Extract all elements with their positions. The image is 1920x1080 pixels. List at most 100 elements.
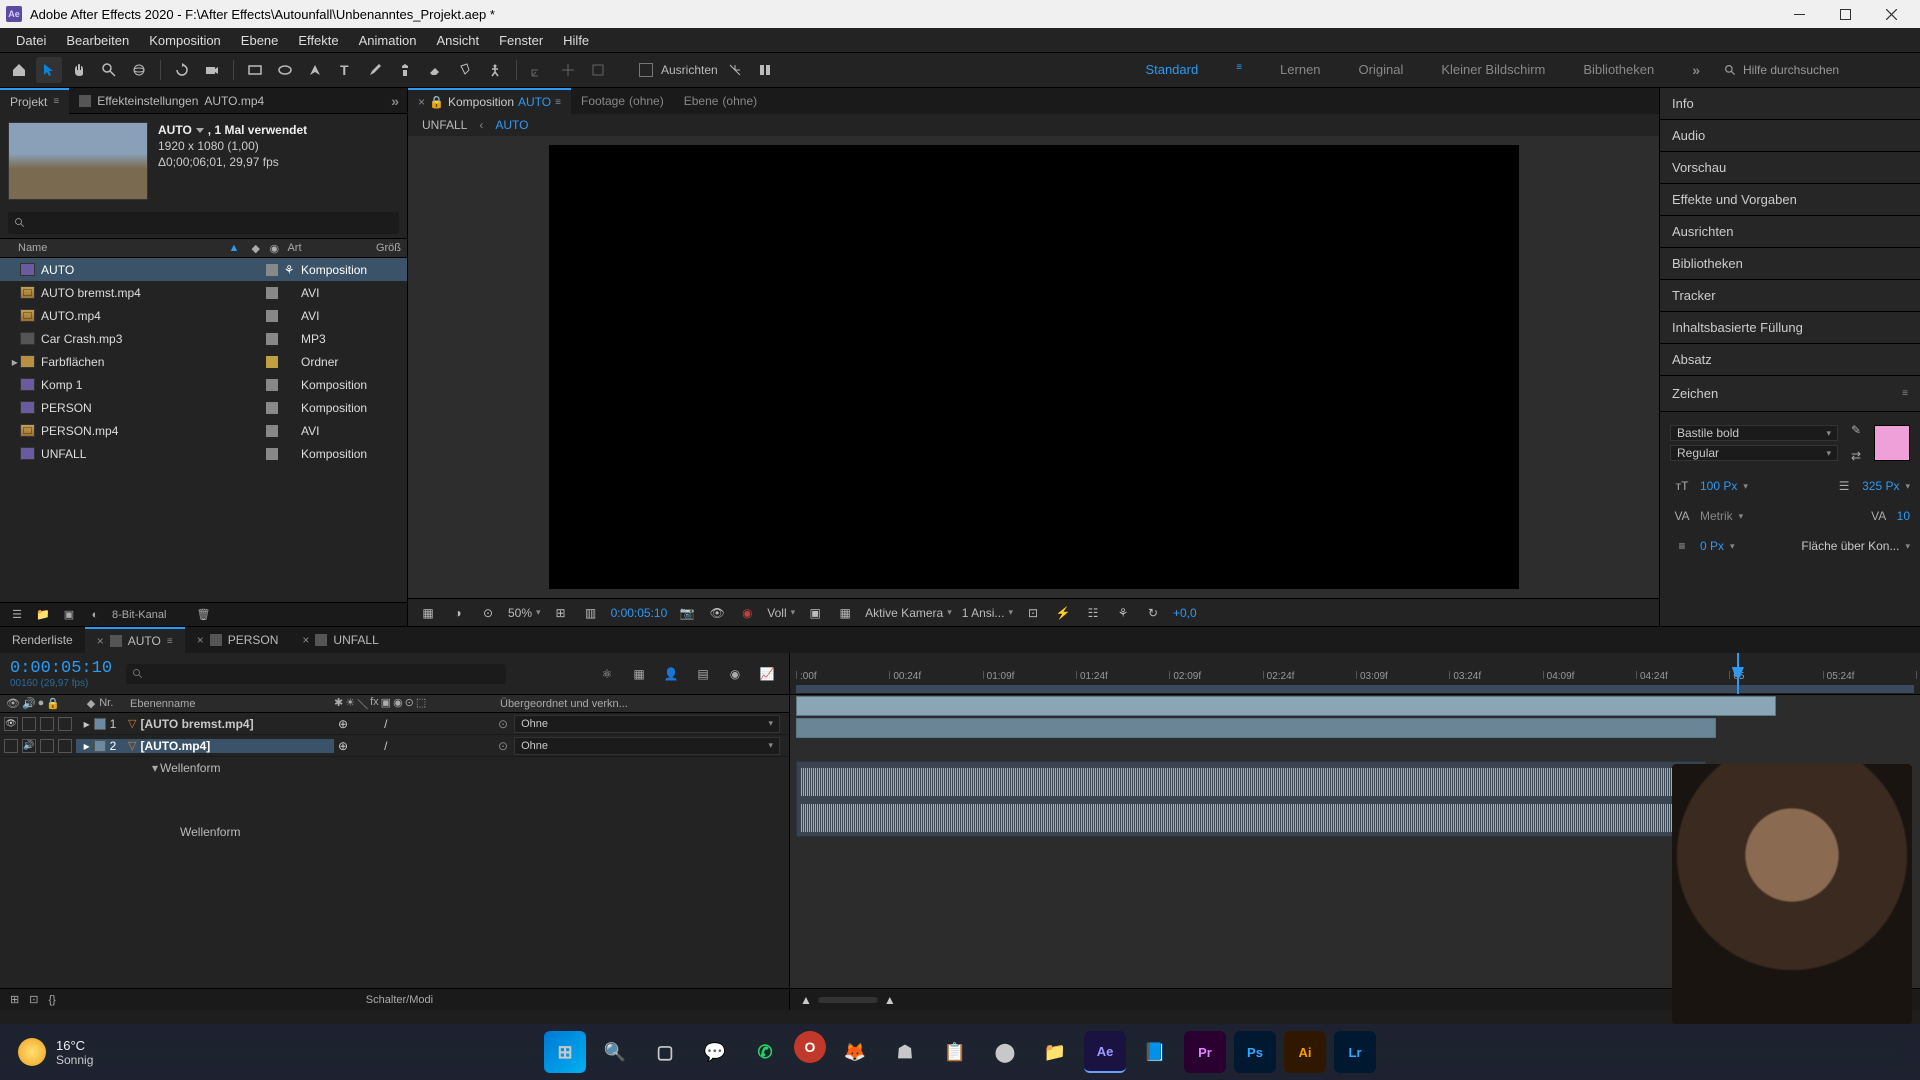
- channel-icon[interactable]: ◑: [448, 603, 468, 623]
- menu-help[interactable]: Hilfe: [553, 30, 599, 51]
- timeline-icon[interactable]: ☷: [1083, 603, 1103, 623]
- pixel-aspect-icon[interactable]: ⊡: [1023, 603, 1043, 623]
- illustrator-icon[interactable]: Ai: [1284, 1031, 1326, 1073]
- teams-icon[interactable]: 💬: [694, 1031, 736, 1073]
- opera-icon[interactable]: O: [794, 1031, 826, 1063]
- content-aware-panel-header[interactable]: Inhaltsbasierte Füllung: [1660, 312, 1920, 344]
- workspace-menu-icon[interactable]: ≡: [1236, 62, 1242, 78]
- align-panel-header[interactable]: Ausrichten: [1660, 216, 1920, 248]
- camera-tool[interactable]: [199, 57, 225, 83]
- menu-window[interactable]: Fenster: [489, 30, 553, 51]
- snap-checkbox[interactable]: [639, 63, 653, 77]
- lock-col-icon[interactable]: 🔒: [46, 697, 60, 710]
- font-family-dropdown[interactable]: Bastile bold▾: [1670, 425, 1838, 441]
- project-tab[interactable]: Projekt ≡: [0, 88, 69, 114]
- show-snapshot-icon[interactable]: 👁: [707, 603, 727, 623]
- rotate-tool[interactable]: [169, 57, 195, 83]
- timeline-current-time[interactable]: 0:00:05:10: [10, 659, 112, 678]
- twirl-icon[interactable]: ▾: [150, 761, 160, 775]
- lightroom-icon[interactable]: Lr: [1334, 1031, 1376, 1073]
- guides-icon[interactable]: ▥: [581, 603, 601, 623]
- font-style-dropdown[interactable]: Regular▾: [1670, 445, 1838, 461]
- timeline-layer-row[interactable]: 🔊 ▸2 ▽[AUTO.mp4] ⊕/ ⊙Ohne▾: [0, 735, 789, 757]
- audio-panel-header[interactable]: Audio: [1660, 120, 1920, 152]
- whatsapp-icon[interactable]: ✆: [744, 1031, 786, 1073]
- orbit-tool[interactable]: [126, 57, 152, 83]
- snap-options-icon[interactable]: [722, 57, 748, 83]
- timeline-tab[interactable]: × UNFALL: [290, 628, 390, 652]
- mask-icon[interactable]: ⊙: [478, 603, 498, 623]
- eyedropper-icon[interactable]: ✎: [1844, 418, 1868, 442]
- new-comp-icon[interactable]: ▣: [60, 606, 78, 624]
- project-item[interactable]: UNFALLKomposition: [0, 442, 407, 465]
- tracker-panel-header[interactable]: Tracker: [1660, 280, 1920, 312]
- dropdown-icon[interactable]: [196, 128, 204, 133]
- eraser-tool[interactable]: [422, 57, 448, 83]
- local-axis-icon[interactable]: [525, 57, 551, 83]
- grid-icon[interactable]: ⊞: [551, 603, 571, 623]
- trash-icon[interactable]: 🗑: [194, 606, 212, 624]
- zoom-slider[interactable]: [818, 997, 878, 1003]
- panel-overflow-icon[interactable]: »: [383, 93, 407, 109]
- effect-controls-tab[interactable]: Effekteinstellungen AUTO.mp4: [69, 89, 274, 113]
- project-item[interactable]: Car Crash.mp3MP3: [0, 327, 407, 350]
- reset-exposure-icon[interactable]: ↻: [1143, 603, 1163, 623]
- rectangle-tool[interactable]: [242, 57, 268, 83]
- solo-col-icon[interactable]: ●: [38, 697, 45, 710]
- font-size-value[interactable]: 100 Px: [1700, 479, 1737, 493]
- snap-edge-icon[interactable]: [752, 57, 778, 83]
- project-item[interactable]: Komp 1Komposition: [0, 373, 407, 396]
- zoom-out-icon[interactable]: ▲: [884, 993, 896, 1007]
- start-button[interactable]: ⊞: [544, 1031, 586, 1073]
- taskbar-weather[interactable]: 16°C Sonnig: [0, 1038, 93, 1067]
- view-axis-icon[interactable]: [585, 57, 611, 83]
- swap-colors-icon[interactable]: ⇄: [1844, 444, 1868, 468]
- window-close-button[interactable]: [1868, 0, 1914, 28]
- layer-tab[interactable]: Ebene (ohne): [674, 89, 767, 113]
- menu-file[interactable]: Datei: [6, 30, 56, 51]
- task-view-icon[interactable]: ▢: [644, 1031, 686, 1073]
- toggle-modes-icon[interactable]: ⊡: [29, 993, 38, 1006]
- timeline-layer-row[interactable]: 👁 ▸1 ▽[AUTO bremst.mp4] ⊕/ ⊙Ohne▾: [0, 713, 789, 735]
- puppet-tool[interactable]: [482, 57, 508, 83]
- workspace-standard[interactable]: Standard: [1145, 62, 1198, 78]
- leading-value[interactable]: 325 Px: [1862, 479, 1899, 493]
- menu-effects[interactable]: Effekte: [288, 30, 348, 51]
- exposure-value[interactable]: +0,0: [1173, 606, 1197, 620]
- zoom-tool[interactable]: [96, 57, 122, 83]
- project-search[interactable]: [8, 212, 399, 234]
- project-item[interactable]: ▸FarbflächenOrdner: [0, 350, 407, 373]
- col-tag[interactable]: ◉: [263, 242, 281, 255]
- switches-modes-label[interactable]: Schalter/Modi: [366, 994, 433, 1006]
- timeline-tab[interactable]: Renderliste: [0, 628, 85, 652]
- col-name[interactable]: Name: [18, 242, 47, 254]
- app-icon-3[interactable]: 📘: [1134, 1031, 1176, 1073]
- roi-icon[interactable]: ▣: [805, 603, 825, 623]
- workspace-original[interactable]: Original: [1359, 62, 1404, 78]
- photoshop-icon[interactable]: Ps: [1234, 1031, 1276, 1073]
- draft-3d-icon[interactable]: ▦: [627, 662, 651, 686]
- clone-tool[interactable]: [392, 57, 418, 83]
- menu-layer[interactable]: Ebene: [231, 30, 289, 51]
- app-icon-1[interactable]: ☗: [884, 1031, 926, 1073]
- timeline-search[interactable]: [126, 664, 506, 684]
- work-area-bar[interactable]: [796, 685, 1914, 693]
- views-dropdown[interactable]: 1 Ansi...▾: [962, 606, 1013, 620]
- layer-bar-2[interactable]: [796, 718, 1716, 738]
- roto-tool[interactable]: [452, 57, 478, 83]
- zoom-in-icon[interactable]: ▲: [800, 993, 812, 1007]
- resolution-dropdown[interactable]: Voll▾: [767, 606, 795, 620]
- zoom-dropdown[interactable]: 50%▾: [508, 606, 541, 620]
- project-item[interactable]: AUTO bremst.mp4AVI: [0, 281, 407, 304]
- snapshot-icon[interactable]: 📷: [677, 603, 697, 623]
- toggle-in-out-icon[interactable]: {}: [48, 994, 55, 1006]
- fast-preview-icon[interactable]: ⚡: [1053, 603, 1073, 623]
- toggle-switches-icon[interactable]: ⊞: [10, 993, 19, 1006]
- project-bpc[interactable]: 8-Bit-Kanal: [112, 609, 166, 621]
- app-icon-2[interactable]: 📋: [934, 1031, 976, 1073]
- parent-col[interactable]: Übergeordnet und verkn...: [494, 698, 784, 710]
- crumb-leaf[interactable]: AUTO: [495, 118, 528, 132]
- workspace-small[interactable]: Kleiner Bildschirm: [1441, 62, 1545, 78]
- taskbar-search[interactable]: 🔍: [594, 1031, 636, 1073]
- menu-animation[interactable]: Animation: [349, 30, 427, 51]
